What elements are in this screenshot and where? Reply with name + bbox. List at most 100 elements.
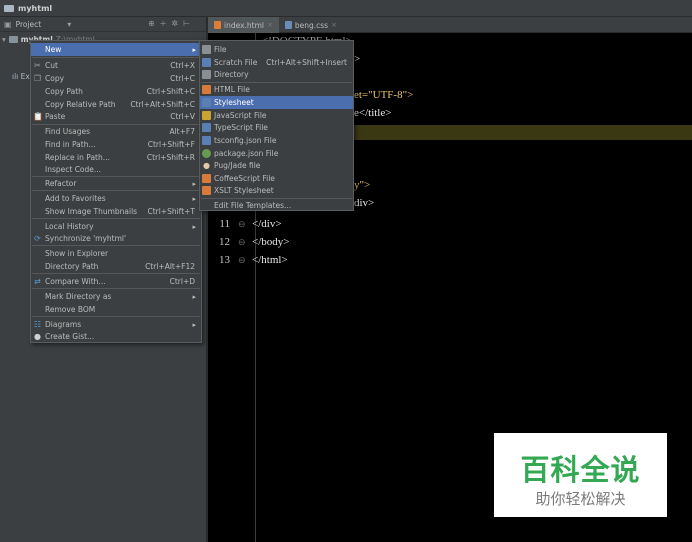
fold-icon[interactable]: ⊖: [238, 255, 252, 266]
menu-separator: [32, 218, 200, 219]
folder-icon: [8, 36, 18, 43]
fold-icon[interactable]: ⊖: [238, 237, 252, 248]
scissors-icon: ✂: [34, 61, 41, 70]
code-text: </html>: [252, 254, 288, 266]
submenu-item-stylesheet[interactable]: Stylesheet: [200, 96, 353, 109]
menu-item-show-in-explorer[interactable]: Show in Explorer: [31, 247, 201, 260]
submenu-item-html-file[interactable]: HTML File: [200, 83, 353, 96]
editor-tab-bar: index.html × beng.css ×: [208, 17, 692, 33]
tab-label: index.html: [224, 20, 264, 30]
submenu-item-directory[interactable]: Directory: [200, 68, 353, 81]
close-icon[interactable]: ×: [331, 21, 337, 29]
watermark-title: 百科全说: [520, 453, 641, 487]
xslt-icon: [202, 186, 211, 195]
scratch-file-icon: [202, 58, 211, 67]
menu-separator: [32, 288, 200, 289]
copy-icon: ❐: [33, 74, 42, 83]
typescript-file-icon: [202, 123, 211, 132]
hide-panel-icon[interactable]: ⊢: [183, 19, 190, 28]
tab-beng-css[interactable]: beng.css ×: [279, 17, 343, 33]
menu-item-remove-bom[interactable]: Remove BOM: [31, 303, 201, 316]
code-text: </div>: [252, 218, 282, 230]
tab-index-html[interactable]: index.html ×: [208, 17, 279, 33]
sync-icon: ⟳: [34, 234, 41, 243]
menu-item-inspect-code[interactable]: Inspect Code...: [31, 163, 201, 176]
menu-item-find-usages[interactable]: Find Usages Alt+F7: [31, 125, 201, 138]
menu-item-synchronize[interactable]: ⟳ Synchronize 'myhtml': [31, 232, 201, 245]
compare-icon: ⇄: [34, 277, 41, 286]
css-file-icon: [284, 21, 292, 29]
code-line: 13 ⊖ </html>: [208, 251, 288, 269]
html-file-icon: [214, 21, 221, 29]
window-title: myhtml: [18, 3, 53, 13]
line-number: 13: [219, 254, 230, 266]
code-fragment: et="UTF-8">: [354, 89, 413, 101]
close-icon[interactable]: ×: [267, 21, 273, 29]
submenu-item-xslt-stylesheet[interactable]: XSLT Stylesheet: [200, 184, 353, 197]
submenu-item-tsconfig-file[interactable]: tsconfig.json File: [200, 134, 353, 147]
fold-icon[interactable]: ⊖: [238, 219, 252, 230]
menu-item-create-gist[interactable]: ● Create Gist...: [31, 330, 201, 343]
external-libraries-item[interactable]: ılı Ex: [12, 72, 30, 81]
pug-icon: ●: [203, 161, 210, 170]
collapse-icon[interactable]: ÷: [160, 19, 167, 28]
code-text: </body>: [252, 236, 290, 248]
chevron-down-icon[interactable]: ▾: [67, 20, 71, 29]
code-string: et="UTF-8">: [354, 89, 414, 101]
code-string: y">: [354, 179, 371, 191]
chevron-right-icon: ▸: [192, 194, 196, 203]
watermark-logo: 百科全说 助你轻松解决: [494, 433, 667, 517]
expand-arrow-icon[interactable]: ▾: [2, 35, 6, 44]
menu-item-find-in-path[interactable]: Find in Path... Ctrl+Shift+F: [31, 138, 201, 151]
submenu-item-file[interactable]: File: [200, 43, 353, 56]
tab-label: beng.css: [294, 20, 329, 30]
project-view-icon: ▣: [4, 19, 12, 29]
menu-item-directory-path[interactable]: Directory Path Ctrl+Alt+F12: [31, 260, 201, 273]
code-fragment: e</title>: [354, 107, 392, 119]
javascript-file-icon: [202, 111, 211, 120]
menu-separator: [32, 245, 200, 246]
submenu-item-pug-jade-file[interactable]: ● Pug/Jade file: [200, 159, 353, 172]
project-view-label[interactable]: Project: [16, 20, 42, 29]
menu-item-copy-path[interactable]: Copy Path Ctrl+Shift+C: [31, 85, 201, 98]
menu-item-mark-directory-as[interactable]: Mark Directory as ▸: [31, 290, 201, 303]
coffeescript-icon: [202, 174, 211, 183]
menu-item-new[interactable]: New ▸: [31, 43, 201, 56]
folder-icon: [202, 70, 211, 79]
folder-icon: [4, 4, 14, 12]
gear-icon[interactable]: ✲: [171, 19, 178, 28]
html-file-icon: [202, 85, 211, 94]
menu-item-copy[interactable]: ❐ Copy Ctrl+C: [31, 72, 201, 85]
context-menu: New ▸ ✂ Cut Ctrl+X ❐ Copy Ctrl+C Copy Path Ctr…: [30, 40, 202, 343]
code-line: 11 ⊖ </div>: [208, 215, 282, 233]
menu-item-show-image-thumbnails[interactable]: Show Image Thumbnails Ctrl+Shift+T: [31, 205, 201, 218]
submenu-item-typescript-file[interactable]: TypeScript File: [200, 121, 353, 134]
line-number: 12: [219, 236, 230, 248]
chevron-right-icon: ▸: [192, 179, 196, 188]
submenu-item-edit-file-templates[interactable]: Edit File Templates...: [200, 199, 353, 212]
menu-item-paste[interactable]: 📋 Paste Ctrl+V: [31, 110, 201, 123]
menu-item-add-to-favorites[interactable]: Add to Favorites ▸: [31, 192, 201, 205]
project-toolbar: ▣ Project ▾ ⊕ ÷ ✲ ⊢: [0, 17, 206, 32]
package-json-icon: [202, 149, 211, 158]
tree-child-label: Ex: [20, 72, 30, 81]
menu-item-compare-with[interactable]: ⇄ Compare With... Ctrl+D: [31, 275, 201, 288]
title-bar: myhtml: [0, 0, 692, 17]
target-icon[interactable]: ⊕: [148, 19, 155, 28]
chevron-right-icon: ▸: [192, 45, 196, 54]
menu-item-refactor[interactable]: Refactor ▸: [31, 177, 201, 190]
chevron-right-icon: ▸: [192, 320, 196, 329]
chevron-right-icon: ▸: [192, 222, 196, 231]
code-fragment: y">: [354, 179, 370, 191]
menu-separator: [32, 273, 200, 274]
stylesheet-icon: [202, 98, 211, 107]
new-submenu: File Scratch File Ctrl+Alt+Shift+Insert D…: [199, 40, 354, 211]
library-icon: ılı: [12, 72, 19, 81]
paste-icon: 📋: [33, 112, 43, 121]
chevron-right-icon: ▸: [192, 292, 196, 301]
menu-item-cut[interactable]: ✂ Cut Ctrl+X: [31, 59, 201, 72]
watermark-subtitle: 助你轻松解决: [535, 490, 626, 508]
menu-separator: [32, 57, 200, 58]
github-icon: ●: [34, 332, 41, 341]
file-icon: [202, 45, 211, 54]
